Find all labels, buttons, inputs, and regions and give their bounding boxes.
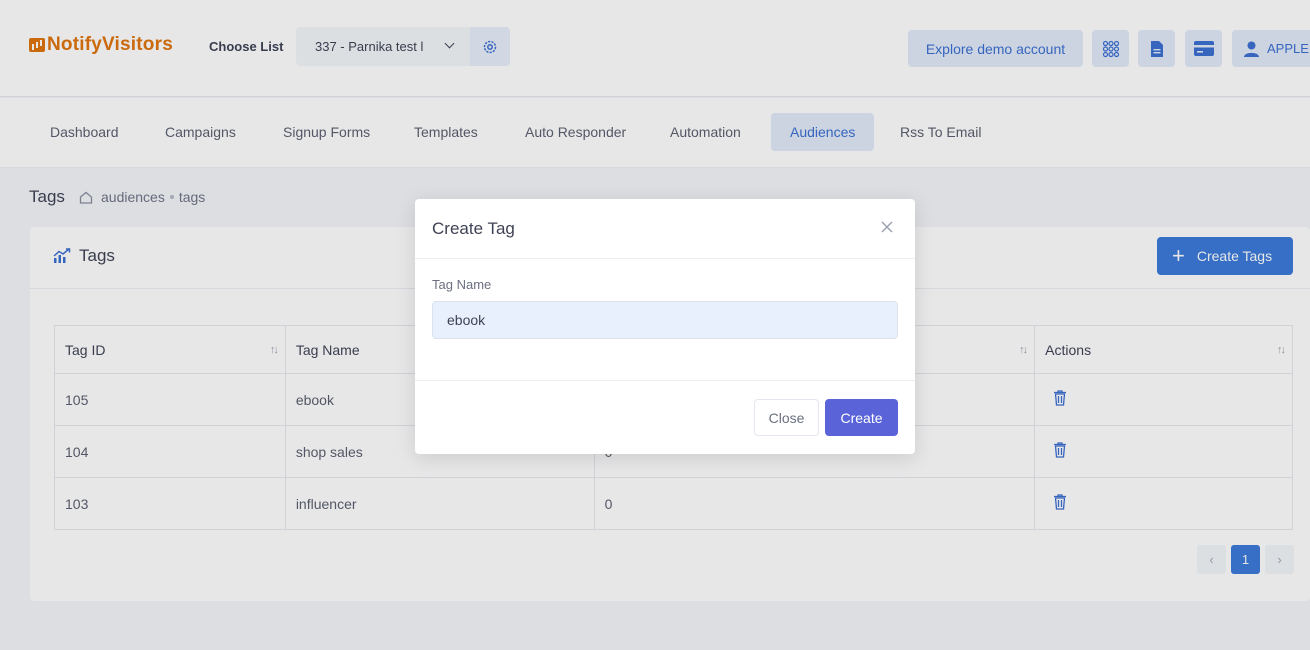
tag-name-input[interactable] [432,301,898,339]
modal-header: Create Tag [415,199,915,259]
close-button[interactable]: Close [754,399,819,436]
close-icon[interactable] [879,219,895,235]
modal-body: Tag Name [415,259,915,381]
create-tag-modal: Create Tag Tag Name Close Create [415,199,915,454]
create-button[interactable]: Create [825,399,898,436]
tag-name-label: Tag Name [432,277,492,292]
modal-title: Create Tag [432,219,515,238]
